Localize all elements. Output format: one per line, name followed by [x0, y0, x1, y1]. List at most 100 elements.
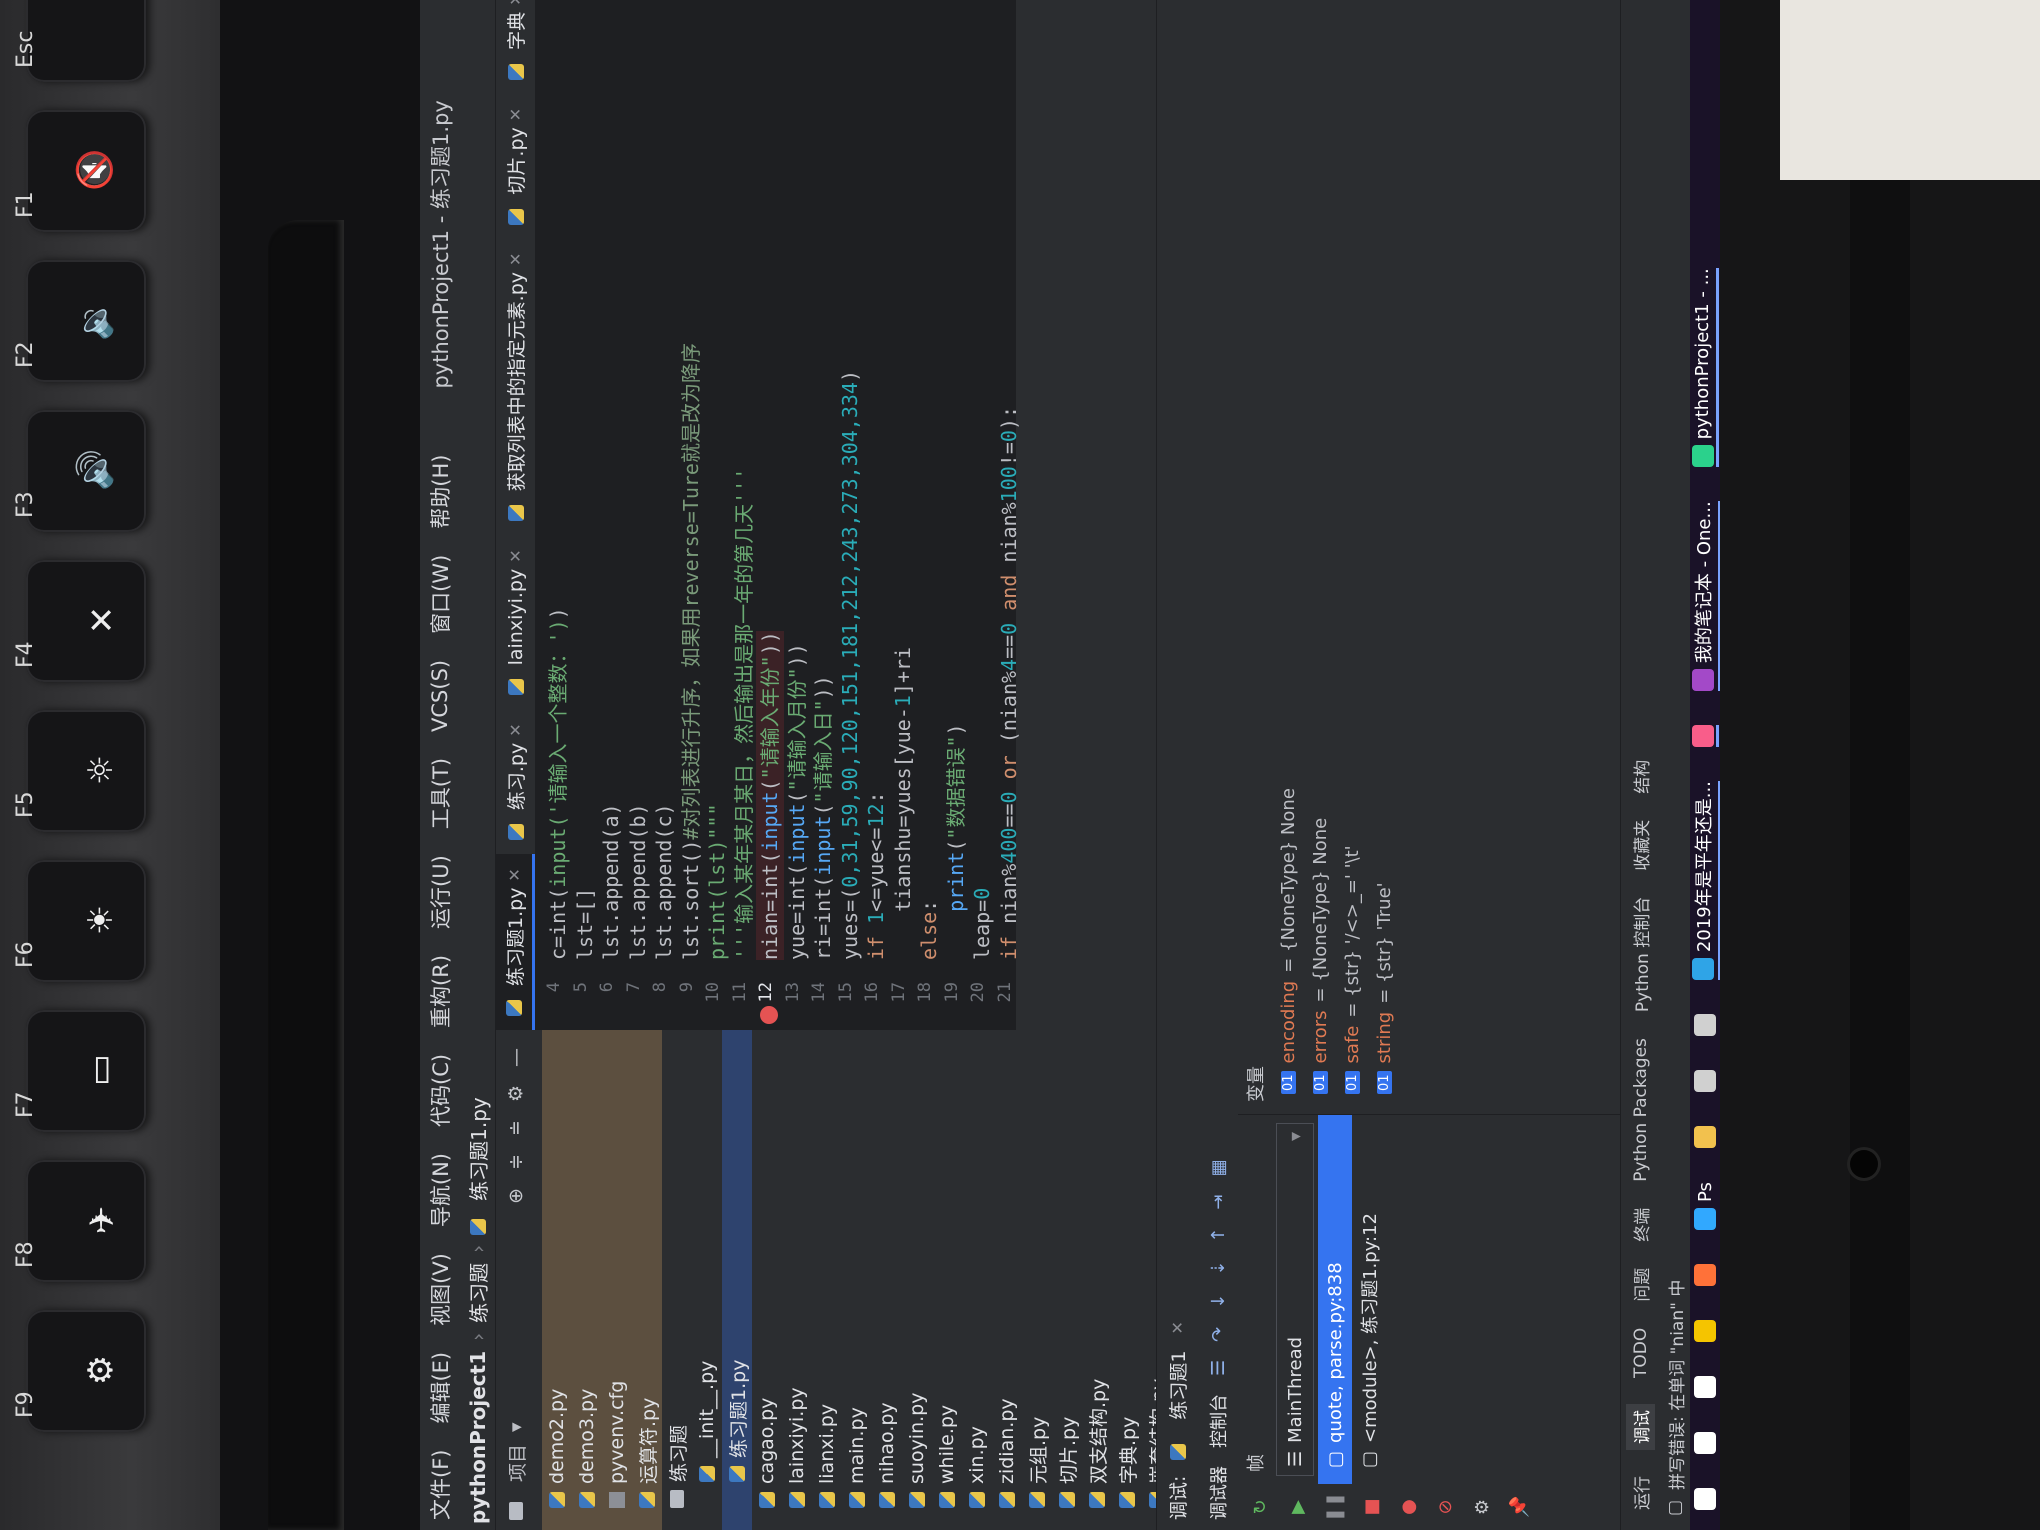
- editor-tab[interactable]: 字典 ✕: [496, 0, 535, 94]
- code-line[interactable]: if nian%400==0 or (nian%4==0 and nian%10…: [995, 406, 1023, 960]
- code-line[interactable]: if 1<=yue<=12:: [862, 791, 890, 960]
- close-icon[interactable]: ✕: [506, 549, 525, 562]
- taskbar-item[interactable]: [1694, 1070, 1716, 1093]
- resume-icon[interactable]: ▶: [1287, 1500, 1308, 1514]
- close-icon[interactable]: ✕: [506, 0, 525, 6]
- key-f8[interactable]: F8 ✈: [13, 1160, 146, 1282]
- code-line[interactable]: ri=int(input("请输入日")): [809, 675, 837, 960]
- project-tree-item[interactable]: 字典.py: [1112, 1030, 1142, 1530]
- project-tree-item[interactable]: 切片.py: [1052, 1030, 1082, 1530]
- menu-item[interactable]: 窗口(W): [425, 555, 455, 634]
- menu-item[interactable]: 视图(V): [425, 1253, 455, 1326]
- key-f7[interactable]: F7 ▭: [13, 1010, 146, 1132]
- locate-icon[interactable]: ⊕: [505, 1188, 527, 1204]
- taskbar-item[interactable]: pythonProject1 - ...: [1691, 268, 1719, 468]
- menu-item[interactable]: 文件(F): [425, 1450, 455, 1520]
- tab-console[interactable]: 控制台: [1205, 1394, 1231, 1448]
- step-into-my-code-icon[interactable]: ⇣: [1208, 1261, 1229, 1276]
- tool-window-2[interactable]: TODO: [1631, 1328, 1651, 1378]
- project-tree-item[interactable]: xin.py: [962, 1030, 992, 1530]
- view-breakpoints-icon[interactable]: ●: [1398, 1499, 1419, 1515]
- taskbar-item[interactable]: 我的笔记本 - One...: [1689, 501, 1720, 692]
- project-tree-item[interactable]: zidian.py: [992, 1030, 1022, 1530]
- taskbar-item[interactable]: [1694, 1014, 1716, 1037]
- code-line[interactable]: c=int(input('请输入一个整数：')): [544, 607, 572, 960]
- project-tree-item[interactable]: pyvenv.cfg: [602, 1030, 632, 1530]
- code-line[interactable]: leap=0: [968, 888, 996, 960]
- key-f5[interactable]: F5 ☼: [13, 710, 146, 832]
- menu-item[interactable]: 运行(U): [425, 855, 455, 929]
- code-line[interactable]: print(lst)""": [703, 803, 731, 960]
- tool-window-3[interactable]: 问题: [1628, 1268, 1653, 1302]
- close-icon[interactable]: ✕: [1168, 1321, 1187, 1334]
- breakpoint-icon[interactable]: [760, 1006, 778, 1024]
- collapse-all-icon[interactable]: ≐: [505, 1120, 527, 1136]
- taskbar-item[interactable]: Ps: [1694, 1182, 1716, 1230]
- editor-tab[interactable]: 获取列表中的指定元素.py ✕: [496, 239, 535, 536]
- close-icon[interactable]: ✕: [506, 108, 525, 121]
- step-out-icon[interactable]: ↑: [1208, 1227, 1229, 1242]
- menu-item[interactable]: 帮助(H): [425, 455, 455, 529]
- close-icon[interactable]: ✕: [506, 723, 525, 736]
- taskbar-item[interactable]: [1694, 1488, 1716, 1510]
- stack-frame[interactable]: ▢ <module>, 练习题1.py:12: [1352, 1115, 1386, 1484]
- key-f9[interactable]: F9 ⚙: [13, 1310, 146, 1432]
- rerun-icon[interactable]: ↻: [1250, 1499, 1271, 1514]
- tool-window-4[interactable]: 终端: [1628, 1208, 1653, 1242]
- project-tree-item[interactable]: 元组.py: [1022, 1030, 1052, 1530]
- taskbar-item[interactable]: [1694, 1432, 1716, 1454]
- key-esc[interactable]: Esc: [13, 0, 146, 82]
- project-tree-item[interactable]: 练习题: [662, 1030, 692, 1530]
- variable-row[interactable]: 01 errors = {NoneType} None: [1304, 0, 1336, 1114]
- project-tree-item[interactable]: lainxiyi.py: [782, 1030, 812, 1530]
- editor-tab[interactable]: 切片.py ✕: [496, 94, 535, 239]
- project-tree-item[interactable]: demo3.py: [572, 1030, 602, 1530]
- tab-debugger[interactable]: 调试器: [1205, 1466, 1231, 1520]
- code-line[interactable]: yue=int(input("请输入月份")): [783, 643, 811, 960]
- key-f6[interactable]: F6 ☀: [13, 860, 146, 982]
- step-over-icon[interactable]: ↷: [1208, 1327, 1229, 1342]
- pin-icon[interactable]: 📌: [1509, 1496, 1530, 1518]
- close-icon[interactable]: ✕: [505, 868, 524, 881]
- menu-item[interactable]: 编辑(E): [425, 1352, 455, 1424]
- code-area[interactable]: c=int(input('请输入一个整数：')) lst=[] lst.append…: [536, 10, 1021, 960]
- expand-all-icon[interactable]: ≑: [505, 1154, 527, 1170]
- chevron-down-icon[interactable]: ▾: [505, 1422, 527, 1432]
- taskbar-item[interactable]: [1694, 1320, 1716, 1342]
- tool-window-0[interactable]: 运行: [1628, 1476, 1653, 1510]
- taskbar-item[interactable]: [1694, 1126, 1716, 1149]
- close-icon[interactable]: ✕: [506, 253, 525, 266]
- code-line[interactable]: else:: [915, 900, 943, 960]
- hide-icon[interactable]: —: [505, 1048, 527, 1067]
- variable-row[interactable]: 01 safe = {str} '/<>_=' '\t': [1336, 0, 1368, 1114]
- menu-item[interactable]: 工具(T): [425, 758, 455, 829]
- variable-row[interactable]: 01 encoding = {NoneType} None: [1272, 0, 1304, 1114]
- side-tool-1[interactable]: 结构: [1628, 760, 1653, 794]
- project-tree-item[interactable]: suoyin.py: [902, 1030, 932, 1530]
- menu-item[interactable]: 代码(C): [425, 1054, 455, 1127]
- stop-icon[interactable]: ■: [1361, 1499, 1382, 1516]
- menu-item[interactable]: VCS(S): [428, 660, 452, 732]
- side-tool-0[interactable]: 收藏夹: [1628, 820, 1653, 871]
- layout-icon[interactable]: ☰: [1208, 1360, 1229, 1376]
- menu-item[interactable]: 重构(R): [425, 955, 455, 1028]
- project-tree-item[interactable]: __init__.py: [692, 1030, 722, 1530]
- pause-icon[interactable]: ❚❚: [1324, 1492, 1345, 1522]
- key-f1[interactable]: F1 🔇: [13, 110, 146, 232]
- code-line[interactable]: lst.sort()#对列表进行升序，如果用reverse=Ture就是改为降序: [677, 343, 705, 960]
- taskbar-item[interactable]: [1694, 1376, 1716, 1398]
- taskbar-item[interactable]: [1694, 1264, 1716, 1286]
- step-into-icon[interactable]: ↓: [1208, 1294, 1229, 1309]
- tool-window-6[interactable]: Python 控制台: [1628, 897, 1653, 1012]
- breadcrumb-item[interactable]: 练习题: [463, 1263, 492, 1323]
- breadcrumb-item[interactable]: 练习题1.py: [463, 1097, 492, 1201]
- code-line[interactable]: yues=(0,31,59,90,120,151,181,212,243,273…: [836, 370, 864, 960]
- code-editor[interactable]: 4 5 6 7 8 9 10 11 12 13 14 15 16 17 18 19 20 21 c=int(inp…: [536, 0, 1021, 1030]
- project-tree-item[interactable]: lianxi.py: [812, 1030, 842, 1530]
- key-f2[interactable]: F2 🔉: [13, 260, 146, 382]
- key-f4[interactable]: F4 ✕: [13, 560, 146, 682]
- code-line[interactable]: print("数据错误"): [942, 723, 970, 960]
- editor-tab[interactable]: lainxiyi.py ✕: [496, 535, 535, 709]
- code-line[interactable]: lst.append(b): [624, 803, 652, 960]
- tool-window-1[interactable]: 调试: [1626, 1404, 1655, 1450]
